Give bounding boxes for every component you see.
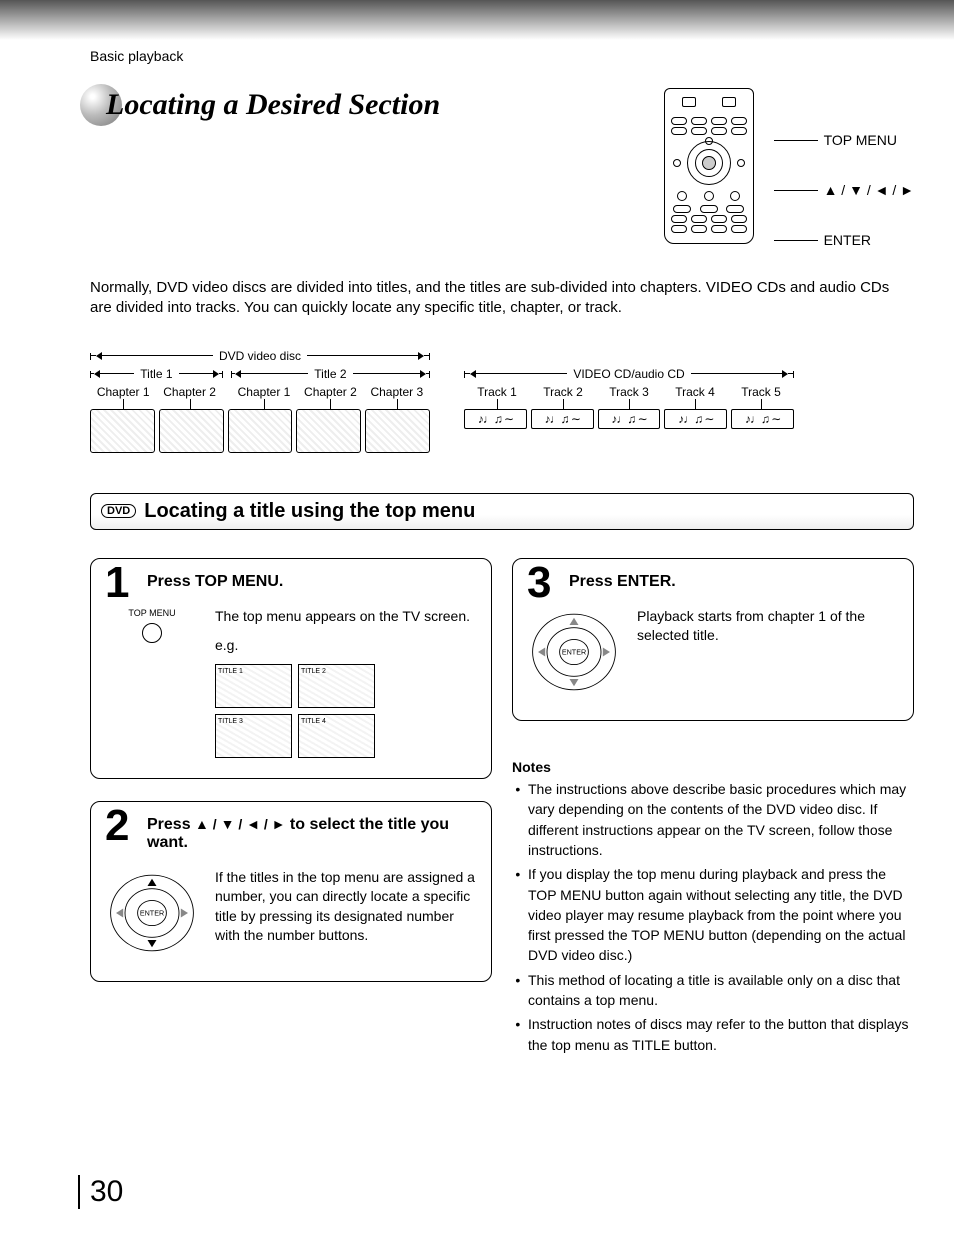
note-item: The instructions above describe basic pr…	[528, 779, 914, 860]
dvd-structure-diagram: DVD video disc Title 1 Title 2	[90, 349, 430, 453]
step-number: 3	[527, 561, 551, 605]
remote-label-arrows: ▲ / ▼ / ◄ / ►	[824, 182, 914, 198]
intro-text: Normally, DVD video discs are divided in…	[90, 278, 914, 319]
step-number: 2	[105, 804, 129, 848]
enter-label: ENTER	[140, 908, 164, 917]
step-number: 1	[105, 561, 129, 605]
arrow-keys-icon: ▲ / ▼ / ◄ / ►	[195, 816, 285, 832]
step-1-body: The top menu appears on the TV screen.	[215, 607, 470, 627]
dvd-badge-icon: DVD	[101, 504, 136, 518]
note-item: This method of locating a title is avail…	[528, 970, 914, 1011]
dpad-icon: ENTER	[529, 607, 619, 697]
svg-text:ENTER: ENTER	[562, 647, 586, 656]
step-3-body: Playback starts from chapter 1 of the se…	[637, 607, 897, 701]
page-number: 30	[78, 1175, 123, 1209]
remote-label-enter: ENTER	[824, 232, 871, 248]
notes-section: Notes The instructions above describe ba…	[512, 743, 914, 1069]
step-1: 1 Press TOP MENU. TOP MENU The top menu …	[90, 558, 492, 779]
menu-example: TITLE 1 TITLE 2 TITLE 3 TITLE 4	[215, 664, 375, 758]
cd-structure-diagram: VIDEO CD/audio CD Track 1 Track 2 Track …	[464, 367, 794, 429]
topmenu-label: TOP MENU	[107, 607, 197, 620]
note-item: If you display the top menu during playb…	[528, 864, 914, 965]
remote-label-topmenu: TOP MENU	[824, 132, 897, 148]
breadcrumb: Basic playback	[90, 48, 914, 64]
note-item: Instruction notes of discs may refer to …	[528, 1014, 914, 1055]
dpad-icon: ENTER	[107, 868, 197, 958]
section-heading: DVD Locating a title using the top menu	[90, 493, 914, 530]
page-title: Locating a Desired Section	[90, 88, 624, 122]
step-3: 3 Press ENTER. ENTER	[512, 558, 914, 722]
step-2-body: If the titles in the top menu are assign…	[215, 868, 475, 962]
remote-diagram: TOP MENU ▲ / ▼ / ◄ / ► ENTER	[664, 88, 914, 248]
topmenu-button-icon	[142, 623, 162, 643]
step-2: 2 Press ▲ / ▼ / ◄ / ► to select the titl…	[90, 801, 492, 983]
